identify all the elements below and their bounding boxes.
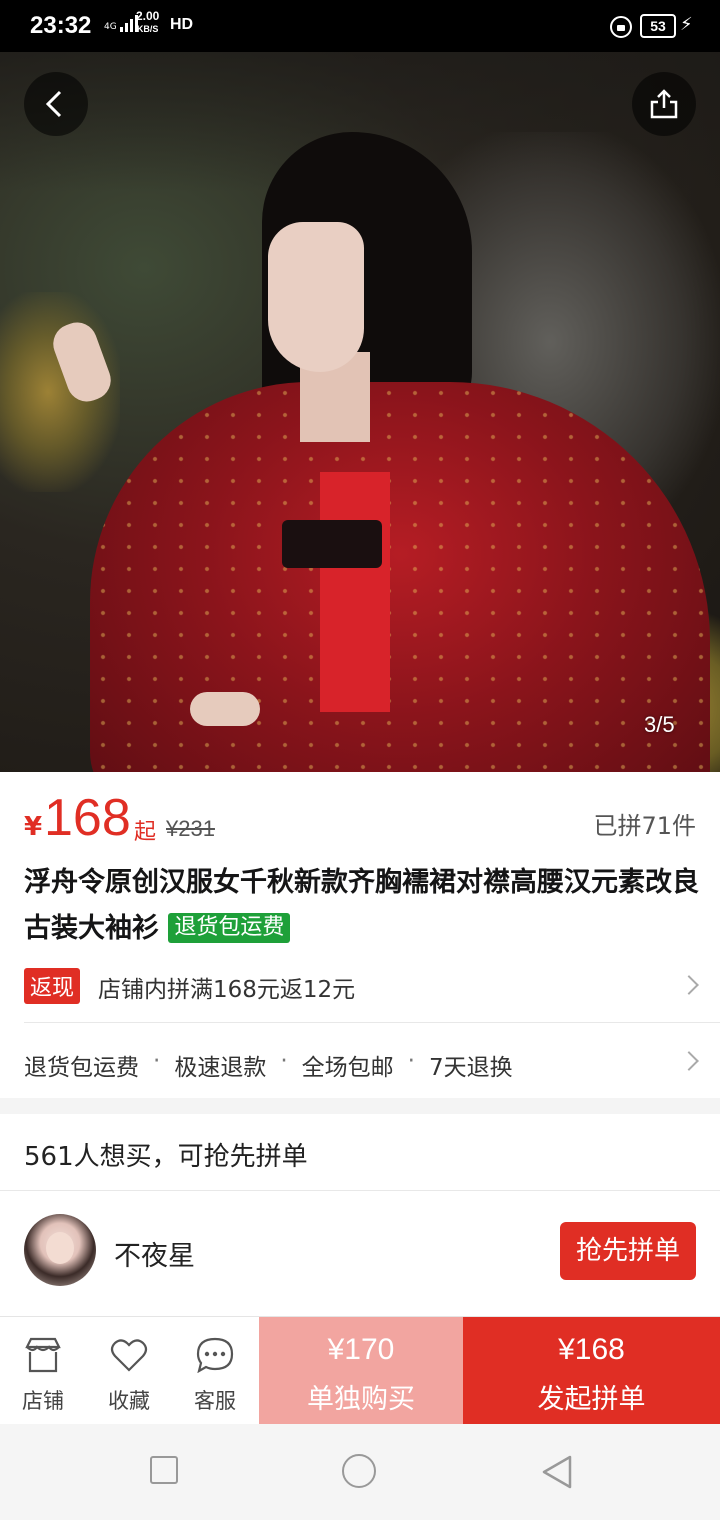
avatar bbox=[24, 1214, 96, 1286]
currency-symbol: ¥ bbox=[24, 812, 43, 842]
price-suffix: 起 bbox=[134, 820, 157, 845]
buy-alone-button[interactable]: ¥170 单独购买 bbox=[259, 1317, 463, 1425]
return-shipping-tag: 退货包运费 bbox=[168, 913, 291, 943]
service-item: 7天退换 bbox=[428, 1055, 513, 1081]
speed-value: 2.00 bbox=[136, 9, 160, 23]
speed-unit: KB/S bbox=[136, 24, 159, 34]
divider bbox=[24, 1022, 720, 1023]
start-group-button[interactable]: ¥168 发起拼单 bbox=[463, 1317, 720, 1425]
separator: · bbox=[153, 1048, 161, 1074]
battery-indicator: 53 bbox=[640, 14, 676, 38]
divider bbox=[0, 1190, 720, 1191]
want-to-buy-text: 561人想买，可抢先拼单 bbox=[24, 1142, 308, 1172]
product-title: 浮舟令原创汉服女千秋新款齐胸襦裙对襟高腰汉元素改良古装大袖衫 退货包运费 bbox=[24, 860, 704, 952]
charging-icon: ⚡ bbox=[680, 14, 693, 35]
buy-alone-label: 单独购买 bbox=[307, 1384, 415, 1415]
favorite-tab[interactable]: 收藏 bbox=[86, 1317, 172, 1425]
store-tab[interactable]: 店铺 bbox=[0, 1317, 86, 1425]
customer-service-label: 客服 bbox=[194, 1389, 236, 1413]
heart-icon bbox=[110, 1339, 148, 1372]
service-item: 退货包运费 bbox=[24, 1055, 139, 1081]
group-row: 不夜星 抢先拼单 bbox=[0, 1192, 720, 1312]
share-icon bbox=[650, 89, 678, 119]
original-price: ¥231 bbox=[166, 816, 215, 841]
customer-service-tab[interactable]: 客服 bbox=[172, 1317, 258, 1425]
image-counter: 3/5 bbox=[644, 712, 675, 737]
start-group-price: ¥168 bbox=[558, 1333, 625, 1366]
system-nav-bar bbox=[0, 1424, 720, 1520]
bottom-action-bar: 店铺 收藏 客服 ¥170 单独购买 ¥168 发起拼单 bbox=[0, 1316, 720, 1425]
separator: · bbox=[280, 1048, 288, 1074]
join-group-button[interactable]: 抢先拼单 bbox=[560, 1222, 696, 1280]
section-gap bbox=[0, 1098, 720, 1114]
network-speed: 2.00 KB/S bbox=[136, 10, 159, 36]
store-label: 店铺 bbox=[22, 1389, 64, 1413]
status-time: 23:32 bbox=[30, 12, 92, 39]
service-item: 全场包邮 bbox=[301, 1055, 394, 1081]
chat-icon bbox=[196, 1337, 234, 1373]
hd-indicator: HD bbox=[170, 16, 194, 33]
share-button[interactable] bbox=[632, 72, 696, 136]
recent-apps-button[interactable] bbox=[150, 1456, 178, 1484]
home-button[interactable] bbox=[342, 1454, 376, 1488]
cashback-text: 店铺内拼满168元返12元 bbox=[98, 977, 356, 1003]
price-row: ¥ 168 起 ¥231 已拼71件 bbox=[0, 772, 720, 862]
store-icon bbox=[25, 1337, 61, 1373]
signal-icon: 4G bbox=[104, 14, 138, 32]
back-button[interactable] bbox=[24, 72, 88, 136]
product-title-text: 浮舟令原创汉服女千秋新款齐胸襦裙对襟高腰汉元素改良古装大袖衫 bbox=[24, 867, 699, 944]
chevron-right-icon bbox=[679, 975, 699, 995]
back-arrow-icon bbox=[45, 90, 62, 118]
favorite-label: 收藏 bbox=[108, 1389, 150, 1413]
cashback-badge: 返现 bbox=[24, 968, 81, 1004]
chevron-right-icon bbox=[679, 1051, 699, 1071]
status-bar: 23:32 4G 2.00 KB/S HD 53 ⚡ bbox=[0, 0, 720, 52]
cashback-promo[interactable]: 返现 店铺内拼满168元返12元 bbox=[0, 962, 720, 1012]
group-user-nickname: 不夜星 bbox=[114, 1241, 195, 1272]
group-price: 168 bbox=[44, 789, 131, 847]
service-guarantees[interactable]: 退货包运费 · 极速退款 · 全场包邮 · 7天退换 bbox=[0, 1026, 720, 1098]
start-group-label: 发起拼单 bbox=[537, 1384, 646, 1415]
system-back-icon[interactable] bbox=[540, 1454, 574, 1490]
separator: · bbox=[407, 1048, 415, 1074]
rotation-lock-icon bbox=[610, 16, 632, 38]
product-image[interactable]: 3/5 bbox=[0, 52, 720, 772]
service-item: 极速退款 bbox=[174, 1055, 267, 1081]
network-type: 4G bbox=[104, 22, 117, 32]
buy-alone-price: ¥170 bbox=[327, 1333, 395, 1366]
sold-count: 已拼71件 bbox=[593, 812, 696, 840]
